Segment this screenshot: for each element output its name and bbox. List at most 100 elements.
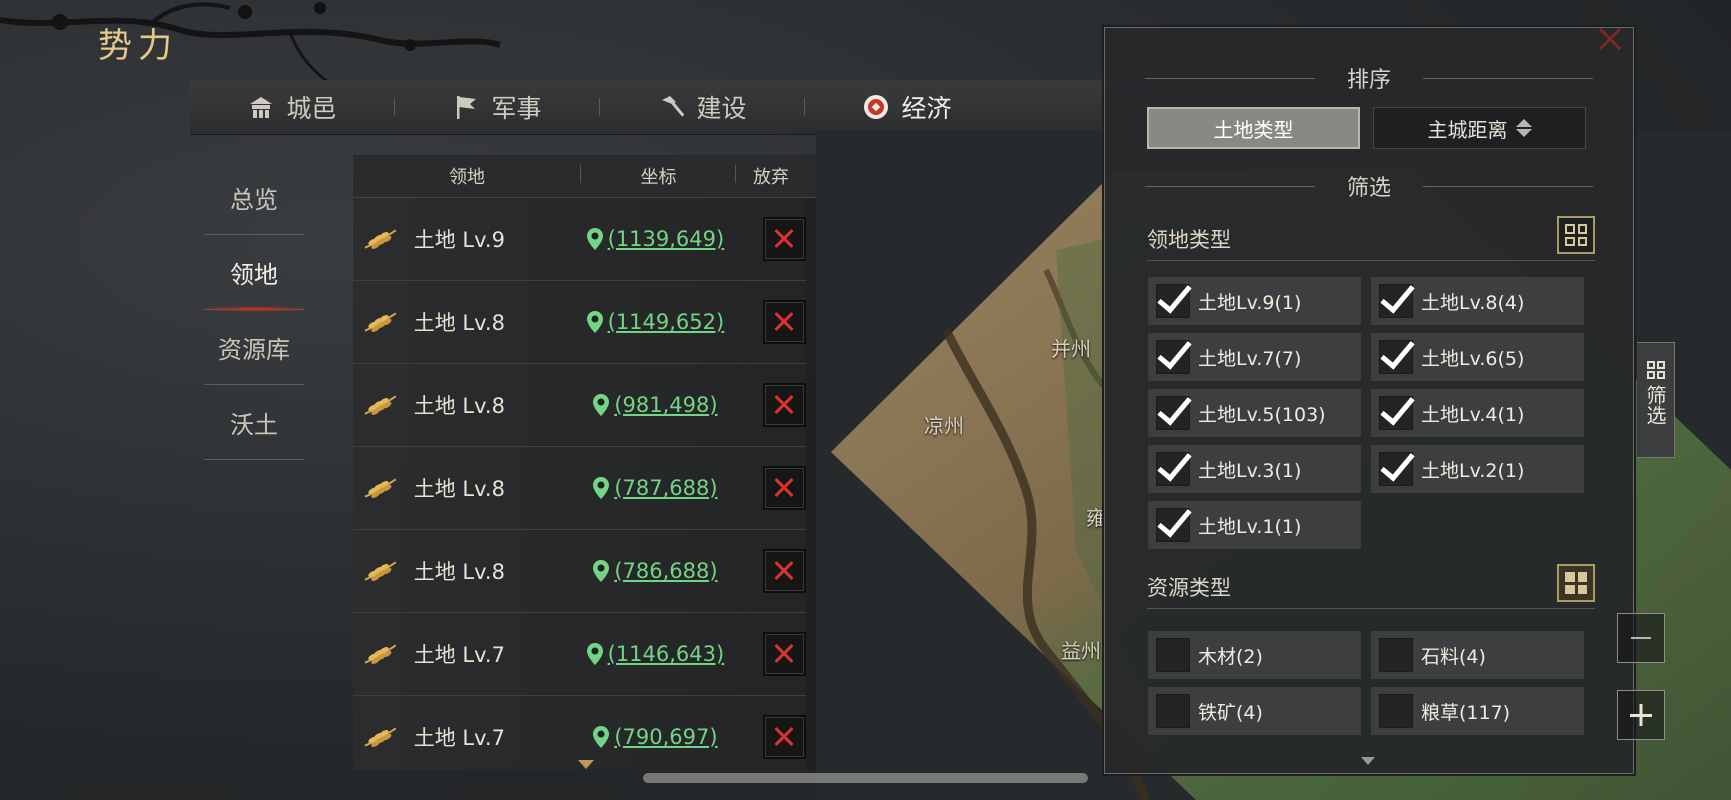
coordinate-link[interactable]: (1139,649) bbox=[608, 227, 725, 251]
filter-option[interactable]: 土地Lv.9(1) bbox=[1147, 276, 1362, 326]
select-all-grid-icon[interactable] bbox=[1557, 564, 1595, 602]
tab-city[interactable]: 城邑 bbox=[190, 80, 395, 134]
filter-option[interactable]: 土地Lv.7(7) bbox=[1147, 332, 1362, 382]
coordinate-link[interactable]: (786,688) bbox=[614, 559, 717, 583]
checkbox[interactable] bbox=[1379, 638, 1413, 672]
minus-icon bbox=[1631, 637, 1651, 639]
table-row[interactable]: 土地 Lv.7 (790,697) bbox=[353, 696, 806, 770]
filter-option-label: 土地Lv.5(103) bbox=[1198, 403, 1326, 426]
wheat-icon bbox=[364, 395, 397, 415]
sidenav-item-fertile-land[interactable]: 沃土 bbox=[204, 385, 304, 460]
filter-option[interactable]: 土地Lv.4(1) bbox=[1370, 388, 1585, 438]
tab-military[interactable]: 军事 bbox=[395, 80, 600, 134]
checkbox[interactable] bbox=[1156, 284, 1190, 318]
plus-icon bbox=[1630, 704, 1652, 726]
sidenav-item-label: 领地 bbox=[230, 260, 278, 289]
group-label: 领地类型 bbox=[1147, 228, 1231, 252]
coordinate-link[interactable]: (790,697) bbox=[614, 725, 717, 749]
checkbox[interactable] bbox=[1156, 694, 1190, 728]
filter-option[interactable]: 石料(4) bbox=[1370, 630, 1585, 680]
filter-option[interactable]: 土地Lv.3(1) bbox=[1147, 444, 1362, 494]
close-icon[interactable] bbox=[1595, 24, 1625, 54]
coin-icon bbox=[864, 95, 889, 119]
coord-cell: (1146,643) bbox=[558, 642, 751, 666]
checkbox[interactable] bbox=[1156, 638, 1190, 672]
coordinate-link[interactable]: (1149,652) bbox=[608, 310, 725, 334]
select-all-grid-icon[interactable] bbox=[1557, 216, 1595, 254]
location-pin-icon bbox=[586, 228, 603, 250]
table-row[interactable]: 土地 Lv.8 (786,688) bbox=[353, 530, 806, 613]
territory-name: 土地 Lv.8 bbox=[413, 560, 505, 584]
coordinate-link[interactable]: (981,498) bbox=[614, 393, 717, 417]
wheat-icon bbox=[364, 312, 397, 332]
sidenav-item-overview[interactable]: 总览 bbox=[204, 160, 304, 235]
territory-name: 土地 Lv.8 bbox=[413, 477, 505, 501]
filter-option[interactable]: 铁矿(4) bbox=[1147, 686, 1362, 736]
abandon-button[interactable] bbox=[763, 383, 806, 427]
table-row[interactable]: 土地 Lv.7 (1146,643) bbox=[353, 613, 806, 696]
region-label[interactable]: 雍 bbox=[1086, 502, 1106, 531]
coord-cell: (981,498) bbox=[558, 393, 751, 417]
table-row[interactable]: 土地 Lv.9 (1139,649) bbox=[353, 198, 806, 281]
sort-arrows-icon bbox=[1515, 119, 1532, 137]
filter-option[interactable]: 土地Lv.6(5) bbox=[1370, 332, 1585, 382]
group-label: 资源类型 bbox=[1147, 576, 1231, 600]
coordinate-link[interactable]: (787,688) bbox=[614, 476, 717, 500]
checkbox[interactable] bbox=[1156, 452, 1190, 486]
filter-option[interactable]: 木材(2) bbox=[1147, 630, 1362, 680]
filter-side-tab[interactable]: 筛选 bbox=[1637, 342, 1675, 458]
tab-economy[interactable]: 经济 bbox=[805, 80, 1010, 136]
filter-option[interactable]: 土地Lv.8(4) bbox=[1370, 276, 1585, 326]
abandon-button[interactable] bbox=[763, 632, 806, 676]
table-row[interactable]: 土地 Lv.8 (981,498) bbox=[353, 364, 806, 447]
filter-option-label: 粮草(117) bbox=[1421, 701, 1511, 724]
resource-type-options: 木材(2) 石料(4) 铁矿(4) 粮草(117) bbox=[1147, 630, 1595, 736]
checkbox[interactable] bbox=[1156, 396, 1190, 430]
table-row[interactable]: 土地 Lv.8 (1149,652) bbox=[353, 281, 806, 364]
abandon-button[interactable] bbox=[763, 300, 806, 344]
region-label[interactable]: 凉州 bbox=[924, 410, 964, 439]
region-label[interactable]: 并州 bbox=[1051, 333, 1091, 362]
table-body: 土地 Lv.9 (1139,649) 土地 Lv.8 (1149,652) 土地… bbox=[353, 198, 816, 770]
filter-option[interactable]: 土地Lv.5(103) bbox=[1147, 388, 1362, 438]
checkbox[interactable] bbox=[1379, 694, 1413, 728]
checkbox[interactable] bbox=[1379, 452, 1413, 486]
filter-option-label: 石料(4) bbox=[1421, 645, 1486, 668]
coord-cell: (787,688) bbox=[558, 476, 751, 500]
abandon-button[interactable] bbox=[763, 549, 806, 593]
territory-name: 土地 Lv.8 bbox=[413, 394, 505, 418]
sort-by-land-type-button[interactable]: 土地类型 bbox=[1147, 107, 1360, 149]
table-row[interactable]: 土地 Lv.8 (787,688) bbox=[353, 447, 806, 530]
checkbox[interactable] bbox=[1379, 340, 1413, 374]
wheat-icon bbox=[364, 229, 397, 249]
checkbox[interactable] bbox=[1379, 284, 1413, 318]
sidenav-item-resources[interactable]: 资源库 bbox=[204, 310, 304, 385]
zoom-in-button[interactable] bbox=[1617, 690, 1665, 740]
coord-cell: (1149,652) bbox=[558, 310, 751, 334]
tab-economy-label: 经济 bbox=[901, 94, 952, 123]
filter-option[interactable]: 土地Lv.2(1) bbox=[1370, 444, 1585, 494]
abandon-button[interactable] bbox=[763, 217, 806, 261]
sort-by-distance-button[interactable]: 主城距离 bbox=[1373, 107, 1586, 149]
checkbox[interactable] bbox=[1379, 396, 1413, 430]
horizontal-scrollbar[interactable] bbox=[643, 773, 1088, 783]
checkbox[interactable] bbox=[1156, 340, 1190, 374]
tab-city-label: 城邑 bbox=[286, 94, 337, 123]
checkbox[interactable] bbox=[1156, 508, 1190, 542]
zoom-out-button[interactable] bbox=[1617, 613, 1665, 663]
region-label[interactable]: 益州 bbox=[1061, 635, 1101, 664]
territory-name: 土地 Lv.7 bbox=[413, 726, 505, 750]
abandon-button[interactable] bbox=[763, 715, 806, 759]
sidenav-item-territory[interactable]: 领地 bbox=[194, 235, 314, 312]
tab-construction[interactable]: 建设 bbox=[600, 80, 805, 134]
abandon-button[interactable] bbox=[763, 466, 806, 510]
location-pin-icon bbox=[593, 726, 610, 748]
top-tab-bar: 城邑 军事 建设 经济 bbox=[190, 80, 1150, 136]
coordinate-link[interactable]: (1146,643) bbox=[608, 642, 725, 666]
filter-option[interactable]: 土地Lv.1(1) bbox=[1147, 500, 1362, 550]
filter-option[interactable]: 粮草(117) bbox=[1370, 686, 1585, 736]
coord-cell: (1139,649) bbox=[558, 227, 751, 251]
filter-option-label: 木材(2) bbox=[1198, 645, 1263, 668]
filter-side-tab-label: 筛选 bbox=[1643, 385, 1667, 425]
territory-table: 领地 坐标 放弃 土地 Lv.9 (1139,649) 土地 Lv.8 (114… bbox=[353, 155, 816, 770]
